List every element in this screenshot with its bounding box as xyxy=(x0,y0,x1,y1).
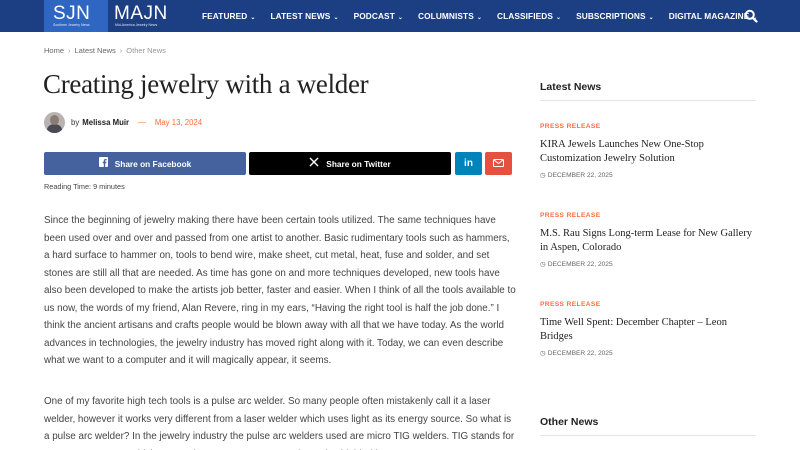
byline-dash: — xyxy=(138,117,146,127)
publish-date[interactable]: May 13, 2024 xyxy=(155,118,202,127)
breadcrumb-section-link[interactable]: Latest News xyxy=(75,46,116,55)
sidebar-other-news-heading[interactable]: Other News xyxy=(540,416,598,428)
x-twitter-icon xyxy=(309,157,319,170)
sidebar-item-title[interactable]: Time Well Spent: December Chapter – Leon… xyxy=(540,316,756,344)
mail-icon xyxy=(493,158,504,169)
share-twitter-label: Share on Twitter xyxy=(326,158,391,169)
nav-item-columnists[interactable]: COLUMNISTS ⌄ xyxy=(418,11,482,21)
sidebar-divider xyxy=(540,100,756,101)
top-navigation-bar: SJN Southern Jewelry News MAJN Mid-Ameri… xyxy=(0,0,800,32)
share-facebook-button[interactable]: Share on Facebook xyxy=(44,152,246,175)
chevron-down-icon: ⌄ xyxy=(555,15,562,21)
breadcrumb-home-link[interactable]: Home xyxy=(44,46,64,55)
nav-item-latest-news[interactable]: LATEST NEWS ⌄ xyxy=(271,11,339,21)
nav-item-classifieds[interactable]: CLASSIFIEDS ⌄ xyxy=(497,11,561,21)
sidebar-item-title[interactable]: M.S. Rau Signs Long-term Lease for New G… xyxy=(540,227,756,255)
article-byline: by Melissa Muir — May 13, 2024 xyxy=(44,111,202,133)
clock-icon: ◷ xyxy=(540,350,546,357)
sidebar-item-date-text: DECEMBER 22, 2025 xyxy=(547,172,613,179)
facebook-icon xyxy=(98,157,108,170)
article-title: Creating jewelry with a welder xyxy=(43,69,369,99)
author-avatar[interactable] xyxy=(44,111,65,133)
nav-item-label: SUBSCRIPTIONS xyxy=(576,11,646,21)
majn-logo-text: MAJN xyxy=(114,3,168,24)
sjn-logo-text: SJN xyxy=(53,3,91,24)
breadcrumb: Home › Latest News › Other News xyxy=(44,46,166,55)
nav-item-podcast[interactable]: PODCAST ⌄ xyxy=(354,11,403,21)
breadcrumb-separator: › xyxy=(119,46,123,55)
sidebar-latest-news-heading[interactable]: Latest News xyxy=(540,81,601,93)
majn-logo[interactable]: MAJN Mid-America Jewelry News xyxy=(112,0,172,32)
share-linkedin-button[interactable]: in xyxy=(455,152,482,175)
nav-item-label: PODCAST xyxy=(353,11,395,21)
sidebar-item-date-text: DECEMBER 22, 2025 xyxy=(547,350,613,357)
linkedin-icon: in xyxy=(464,158,473,169)
chevron-down-icon: ⌄ xyxy=(648,15,654,21)
nav-item-label: COLUMNISTS xyxy=(418,11,474,21)
nav-item-label: FEATURED xyxy=(202,11,248,21)
sidebar-item-category[interactable]: PRESS RELEASE xyxy=(540,212,601,219)
breadcrumb-separator: › xyxy=(68,46,71,55)
clock-icon: ◷ xyxy=(540,172,546,179)
reading-time: Reading Time: 9 minutes xyxy=(44,182,125,191)
share-facebook-label: Share on Facebook xyxy=(114,158,192,169)
nav-item-label: LATEST NEWS xyxy=(270,11,331,21)
chevron-down-icon: ⌄ xyxy=(397,15,403,21)
majn-logo-tagline: Mid-America Jewelry News xyxy=(115,23,158,27)
sidebar-item-date: ◷ DECEMBER 22, 2025 xyxy=(540,260,613,268)
nav-item-label: CLASSIFIEDS xyxy=(497,11,553,21)
search-icon[interactable] xyxy=(744,9,758,23)
sidebar-item-category[interactable]: PRESS RELEASE xyxy=(540,123,601,130)
nav-item-subscriptions[interactable]: SUBSCRIPTIONS ⌄ xyxy=(576,11,654,21)
sidebar-item-date-text: DECEMBER 22, 2025 xyxy=(547,261,613,268)
sidebar-item-date: ◷ DECEMBER 22, 2025 xyxy=(540,171,613,179)
article-paragraph: Since the beginning of jewelry making th… xyxy=(44,215,516,367)
author-link[interactable]: Melissa Muir xyxy=(82,118,129,127)
chevron-down-icon: ⌄ xyxy=(476,15,482,21)
sjn-logo[interactable]: SJN Southern Jewelry News xyxy=(44,0,108,32)
article-paragraph: One of my favorite high tech tools is a … xyxy=(44,396,515,450)
chevron-down-icon: ⌄ xyxy=(333,15,339,21)
sidebar-item-title[interactable]: KIRA Jewels Launches New One-Stop Custom… xyxy=(540,138,756,166)
sidebar-item-category[interactable]: PRESS RELEASE xyxy=(540,301,601,308)
share-email-button[interactable] xyxy=(485,152,512,175)
sjn-logo-tagline: Southern Jewelry News xyxy=(53,23,90,27)
breadcrumb-current-link[interactable]: Other News xyxy=(126,46,166,55)
chevron-down-icon: ⌄ xyxy=(250,15,256,21)
main-menu: FEATURED ⌄ LATEST NEWS ⌄ PODCAST ⌄ COLUMNIS… xyxy=(202,0,773,32)
nav-item-label: DIGITAL MAGAZINE xyxy=(668,11,750,21)
clock-icon: ◷ xyxy=(540,261,546,268)
nav-item-featured[interactable]: FEATURED ⌄ xyxy=(202,11,256,21)
sidebar-divider xyxy=(540,435,756,436)
share-twitter-button[interactable]: Share on Twitter xyxy=(249,152,451,175)
byline-by-label: by xyxy=(71,117,80,127)
sidebar-item-date: ◷ DECEMBER 22, 2025 xyxy=(540,349,613,357)
